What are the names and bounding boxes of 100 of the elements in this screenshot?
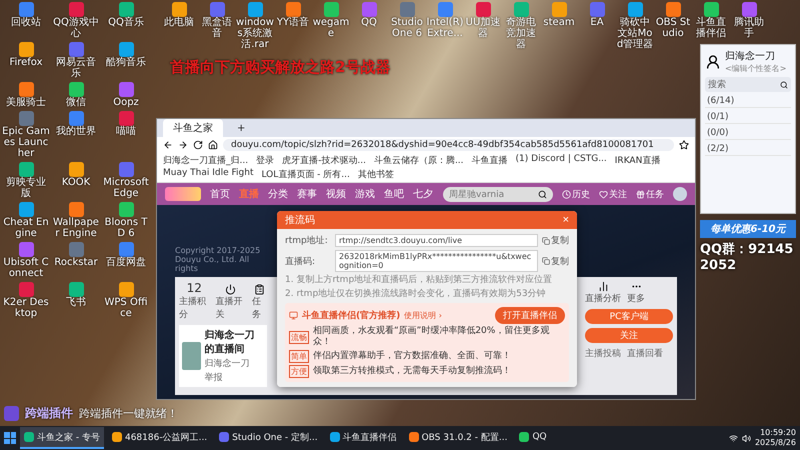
report-link[interactable]: 举报 [204, 371, 264, 384]
app-icon[interactable] [704, 2, 718, 17]
contact-group[interactable]: (2/2) [705, 143, 791, 156]
taskbar-app[interactable]: Studio One - 定制... [215, 427, 322, 449]
shortcut-label[interactable]: Ubisoft Connect [2, 257, 50, 279]
app-icon[interactable] [68, 82, 84, 97]
contact-group[interactable]: (6/14) [705, 95, 791, 108]
bookmark-link[interactable]: 斗鱼云储存（原：腾... [374, 154, 464, 167]
bookmark-link[interactable]: IRKAN直播 [614, 154, 660, 167]
shortcut-label[interactable]: K2er Desktop [2, 297, 50, 319]
app-icon[interactable] [68, 282, 84, 297]
shortcut-label[interactable]: KOOK [62, 177, 90, 188]
shortcut-label[interactable]: 飞书 [66, 297, 86, 308]
shortcut-label[interactable]: 奇游电竞加速器 [502, 17, 540, 50]
app-icon[interactable] [18, 2, 34, 17]
shortcut-label[interactable]: Bloons TD 6 [102, 217, 150, 239]
app-icon[interactable] [68, 42, 84, 57]
taskbar-app[interactable]: OBS 31.0.2 - 配置... [404, 427, 512, 449]
shortcut-label[interactable]: YY语音 [276, 17, 310, 28]
shortcut-label[interactable]: QQ [361, 17, 377, 28]
bookmark-link[interactable]: 归海念一刀直播_归... [163, 154, 248, 167]
shortcut-label[interactable]: 美服骑士 [6, 97, 46, 108]
app-icon[interactable] [118, 242, 134, 257]
shortcut-label[interactable]: 我的世界 [56, 126, 96, 137]
app-icon[interactable] [172, 2, 186, 17]
bookmark-link[interactable]: (1) Discord | CSTG... [516, 154, 607, 167]
close-button[interactable]: × [562, 214, 569, 226]
shortcut-label[interactable]: windows系统激活.rar [236, 17, 274, 50]
bookmark-link[interactable]: LOL直播页面 - 所有... [261, 168, 350, 181]
reload-icon[interactable] [193, 140, 203, 150]
header-link[interactable]: 关注 [599, 188, 627, 200]
app-icon[interactable] [118, 42, 134, 57]
shortcut-label[interactable]: EA [590, 17, 604, 28]
browser-tab[interactable]: + [227, 120, 256, 136]
app-icon[interactable] [742, 2, 756, 17]
taskbar-app[interactable]: 斗鱼直播伴侣 [326, 427, 401, 449]
app-icon[interactable] [118, 2, 134, 17]
contact-group[interactable]: (0/0) [705, 127, 791, 140]
header-link[interactable]: 任务 [636, 188, 664, 200]
header-link[interactable]: 历史 [562, 188, 590, 200]
app-icon[interactable] [476, 2, 490, 17]
panel-tab[interactable]: 直播回看 [627, 347, 663, 360]
shortcut-label[interactable]: QQ音乐 [108, 17, 144, 28]
shortcut-label[interactable]: 网易云音乐 [52, 57, 100, 79]
tool-icon[interactable] [598, 281, 608, 292]
copy-button[interactable]: 复制 [542, 234, 569, 247]
shortcut-label[interactable]: 腾讯助手 [730, 17, 768, 39]
shortcut-label[interactable]: 百度网盘 [106, 257, 146, 268]
shortcut-label[interactable]: Firefox [9, 57, 43, 68]
tool-icon[interactable] [225, 284, 236, 295]
shortcut-label[interactable]: 微信 [66, 97, 86, 108]
nav-link[interactable]: 游戏 [355, 187, 375, 201]
app-icon[interactable] [118, 202, 134, 217]
shortcut-label[interactable]: 此电脑 [164, 17, 194, 28]
app-icon[interactable] [18, 42, 34, 57]
home-icon[interactable] [208, 140, 218, 150]
contact-group[interactable]: (0/1) [705, 111, 791, 124]
shortcut-label[interactable]: 喵喵 [116, 126, 136, 137]
tool-label[interactable]: 直播开关 [215, 295, 246, 321]
shortcut-label[interactable]: steam [543, 17, 575, 28]
shortcut-label[interactable]: wegame [312, 17, 350, 39]
panel-tab[interactable]: 主播投稿 [585, 347, 621, 360]
app-icon[interactable] [68, 162, 84, 177]
bookmark-link[interactable]: 虎牙直播-技术驱动... [282, 154, 366, 167]
app-icon[interactable] [324, 2, 338, 17]
bookmark-link[interactable]: Muay Thai Idle Fight [163, 168, 254, 181]
shortcut-label[interactable]: 酷狗音乐 [106, 57, 146, 68]
shortcut-label[interactable]: 黑盒语音 [198, 17, 236, 39]
wifi-icon[interactable] [728, 434, 738, 442]
app-icon[interactable] [628, 2, 642, 17]
app-icon[interactable] [18, 111, 34, 126]
copy-button[interactable]: 复制 [542, 254, 569, 268]
app-icon[interactable] [18, 242, 34, 257]
back-icon[interactable] [163, 140, 173, 150]
address-field[interactable]: douyu.com/topic/slzh?rid=2632018&dyshid=90e4cc8-49dbf354cab585d5561afd8100081701 [223, 139, 674, 151]
input-field[interactable]: 2632018rkMimB1lyPRx****************u&txwecognition=0 [335, 250, 538, 272]
app-icon[interactable] [118, 82, 134, 97]
app-icon[interactable] [286, 2, 300, 17]
taskbar-app[interactable]: QQ [515, 427, 551, 449]
search-field[interactable]: 搜索 [705, 77, 791, 92]
open-app-button[interactable]: 打开直播伴侣 [495, 307, 565, 324]
tool-icon[interactable] [254, 284, 265, 295]
app-icon[interactable] [68, 2, 84, 17]
tool-label[interactable]: 更多 [627, 292, 645, 305]
nav-link[interactable]: 赛事 [297, 187, 317, 201]
app-icon[interactable] [68, 202, 84, 217]
volume-icon[interactable] [742, 434, 751, 442]
app-icon[interactable] [18, 202, 34, 217]
start-icon[interactable] [4, 432, 16, 444]
shortcut-label[interactable]: 骑砍中文站Mod管理器 [616, 17, 654, 50]
shortcut-label[interactable]: Wallpaper Engine [52, 217, 100, 239]
app-icon[interactable] [18, 82, 34, 97]
shortcut-label[interactable]: QQ游戏中心 [52, 17, 100, 39]
shortcut-label[interactable]: Cheat Engine [2, 217, 50, 239]
shortcut-label[interactable]: Microsoft Edge [102, 177, 150, 199]
forward-icon[interactable] [178, 140, 188, 150]
nav-link[interactable]: 视频 [326, 187, 346, 201]
nav-link[interactable]: 七夕 [413, 187, 433, 201]
input-field[interactable]: rtmp://sendtc3.douyu.com/live [335, 234, 538, 247]
nav-link[interactable]: 鱼吧 [384, 187, 404, 201]
